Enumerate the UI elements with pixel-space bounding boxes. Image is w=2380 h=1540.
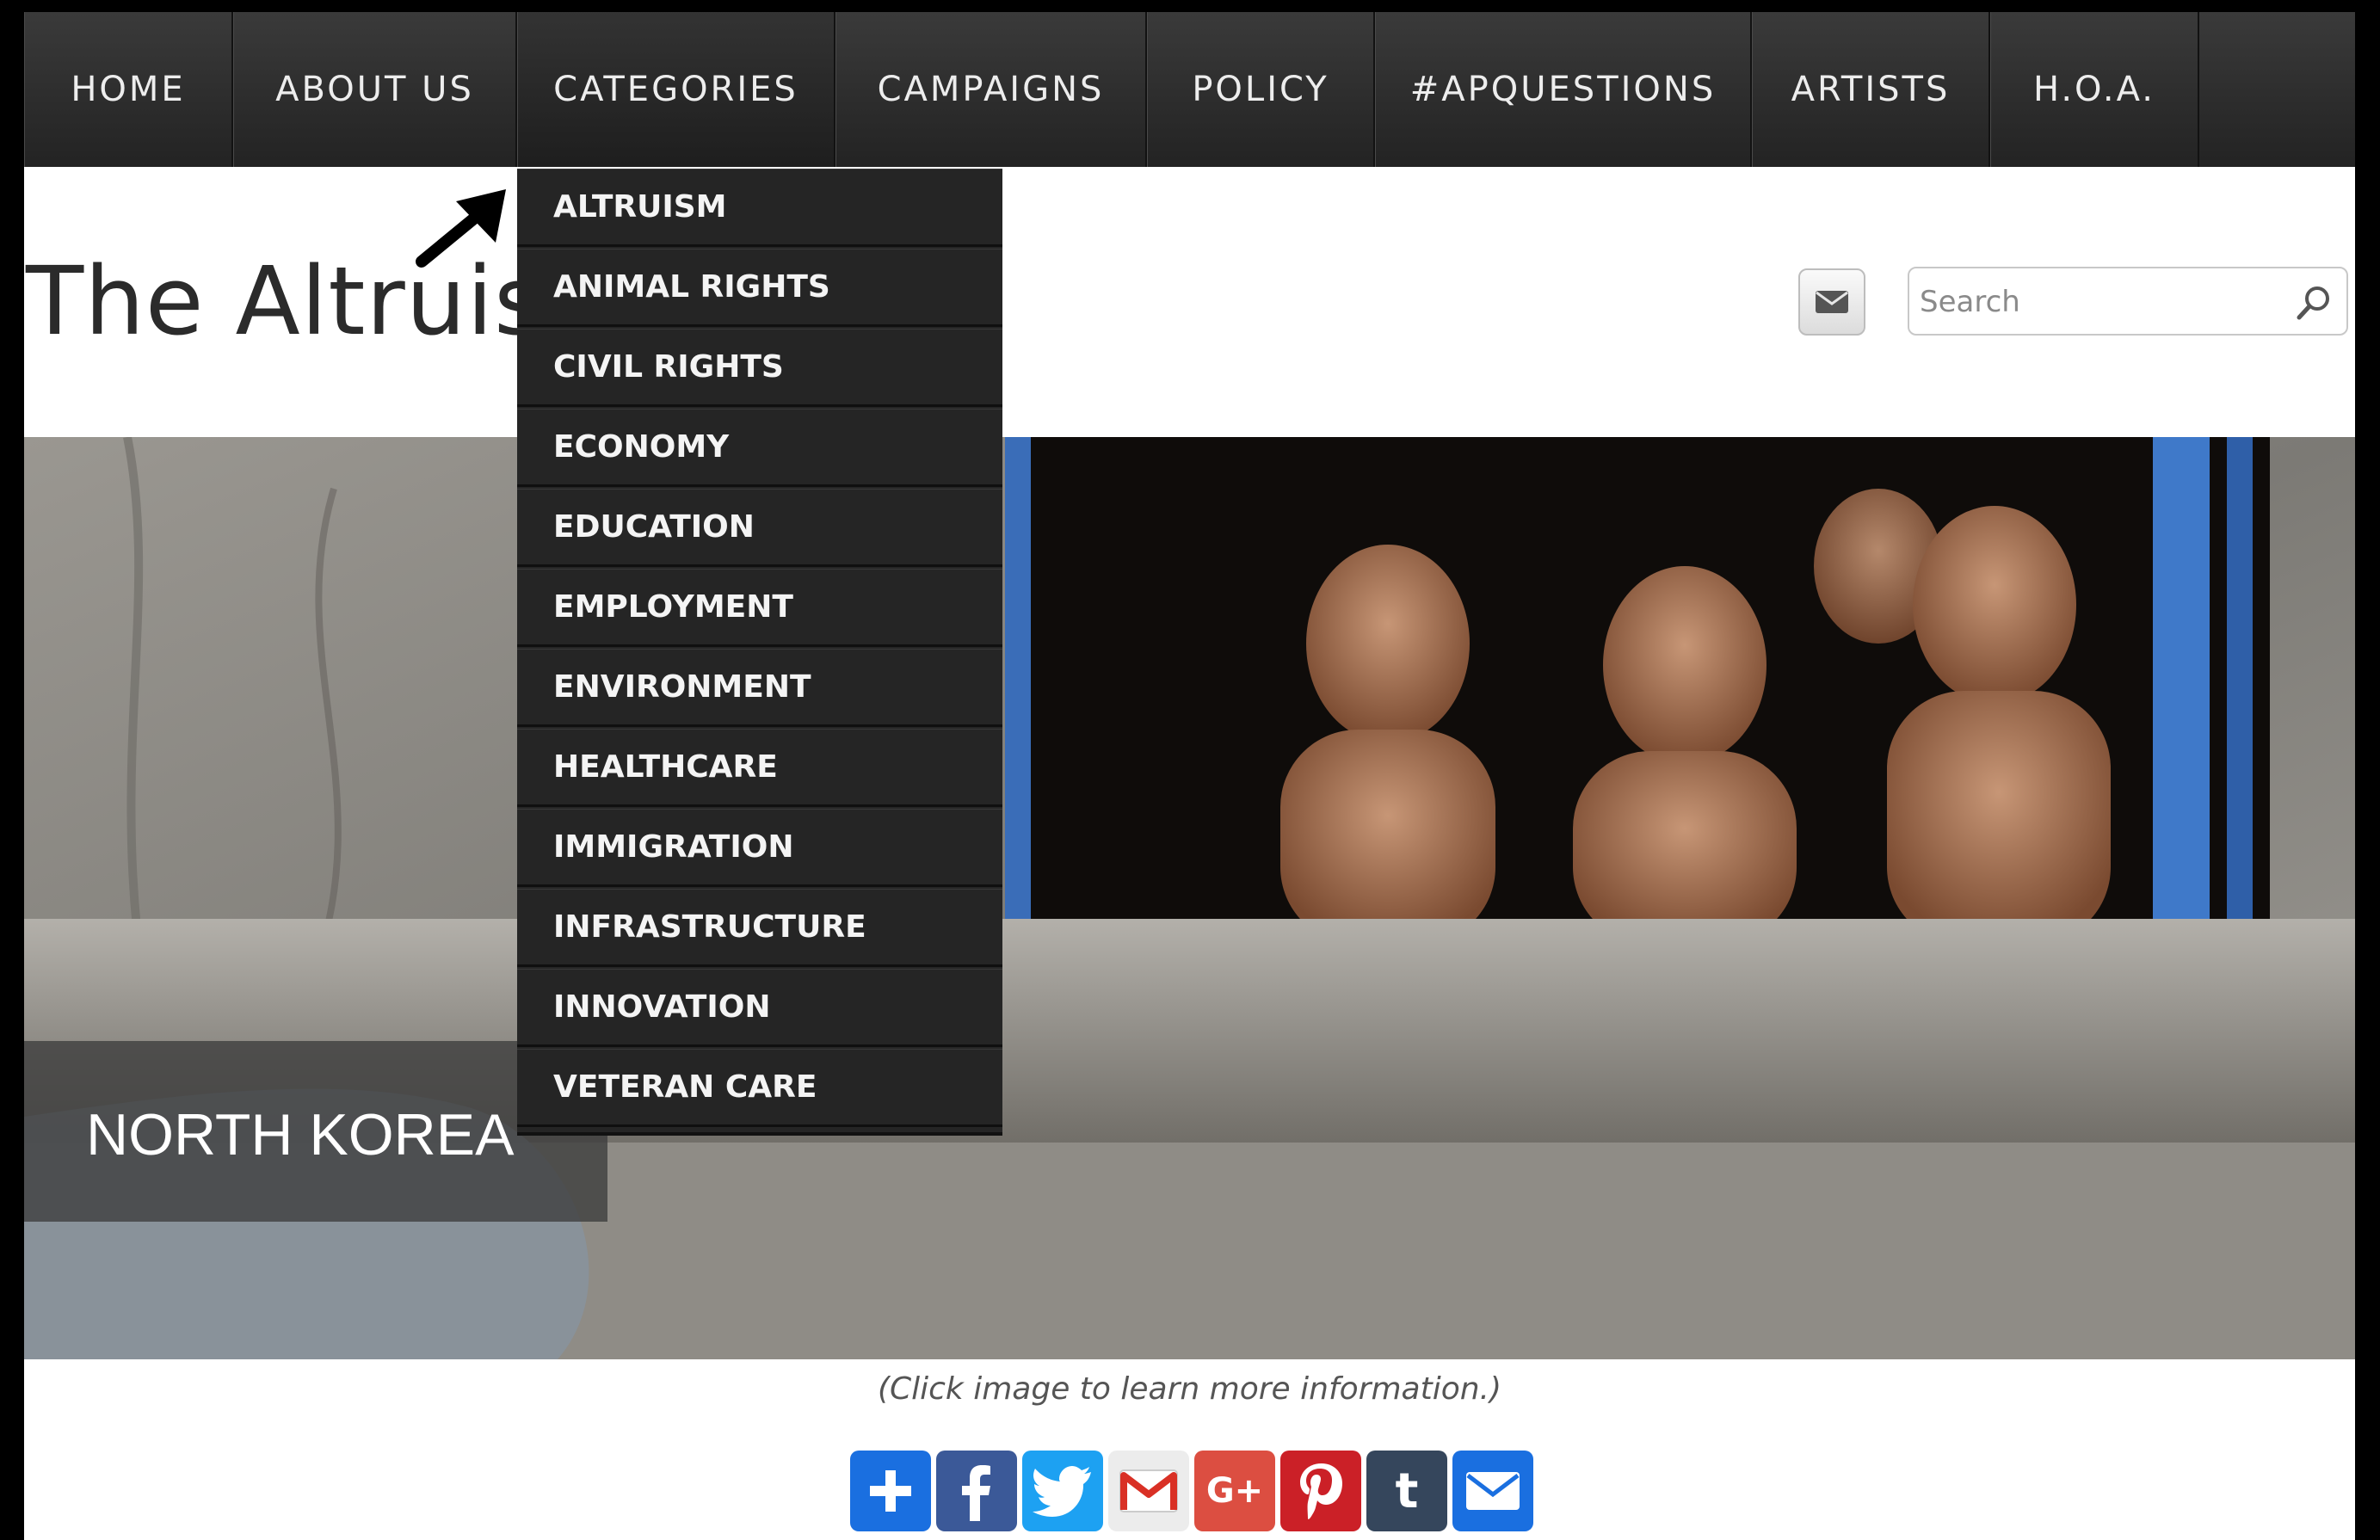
pointer-arrow-icon [416, 189, 506, 268]
share-facebook-button[interactable] [936, 1451, 1017, 1531]
dropdown-item-animal-rights[interactable]: ANIMAL RIGHTS [517, 249, 1002, 327]
tumblr-icon: t [1395, 1463, 1419, 1519]
dropdown-item-environment[interactable]: ENVIRONMENT [517, 649, 1002, 727]
search-icon[interactable] [2293, 282, 2334, 323]
share-buttons: G+ t [850, 1451, 1533, 1533]
categories-dropdown: ALTRUISM ANIMAL RIGHTS CIVIL RIGHTS ECON… [517, 169, 1002, 1136]
facebook-icon [962, 1465, 990, 1521]
search-input[interactable] [1920, 279, 2281, 325]
page: HOME ABOUT US CATEGORIES CAMPAIGNS POLIC… [24, 12, 2355, 1540]
email-icon [1466, 1472, 1520, 1510]
dropdown-item-infrastructure[interactable]: INFRASTRUCTURE [517, 889, 1002, 967]
dropdown-item-altruism[interactable]: ALTRUISM [517, 169, 1002, 247]
main-navigation: HOME ABOUT US CATEGORIES CAMPAIGNS POLIC… [24, 12, 2355, 167]
share-email-button[interactable] [1452, 1451, 1533, 1531]
hero-caption[interactable]: NORTH KOREA [86, 1101, 514, 1168]
dropdown-item-civil-rights[interactable]: CIVIL RIGHTS [517, 329, 1002, 407]
click-image-caption: (Click image to learn more information.) [877, 1371, 1502, 1407]
dropdown-item-economy[interactable]: ECONOMY [517, 409, 1002, 487]
nav-item-policy[interactable]: POLICY [1147, 12, 1375, 167]
nav-item-hoa[interactable]: H.O.A. [1990, 12, 2199, 167]
share-plus-button[interactable] [850, 1451, 931, 1531]
nav-item-campaigns[interactable]: CAMPAIGNS [835, 12, 1147, 167]
dropdown-item-immigration[interactable]: IMMIGRATION [517, 809, 1002, 887]
google-plus-icon: G+ [1205, 1471, 1264, 1511]
dropdown-item-innovation[interactable]: INNOVATION [517, 969, 1002, 1047]
share-twitter-button[interactable] [1022, 1451, 1103, 1531]
dropdown-item-education[interactable]: EDUCATION [517, 489, 1002, 567]
gmail-icon [1119, 1469, 1178, 1512]
hero-image[interactable]: NORTH KOREA [24, 437, 2355, 1359]
dropdown-item-healthcare[interactable]: HEALTHCARE [517, 729, 1002, 807]
share-gmail-button[interactable] [1108, 1451, 1189, 1531]
dropdown-item-veteran-care[interactable]: VETERAN CARE [517, 1049, 1002, 1127]
mail-button[interactable] [1798, 268, 1865, 336]
nav-item-categories[interactable]: CATEGORIES [517, 12, 835, 167]
search-box [1908, 267, 2348, 336]
nav-item-apquestions[interactable]: #APQUESTIONS [1375, 12, 1752, 167]
twitter-icon [1033, 1466, 1091, 1517]
share-pinterest-button[interactable] [1280, 1451, 1361, 1531]
nav-item-about-us[interactable]: ABOUT US [233, 12, 517, 167]
dropdown-item-employment[interactable]: EMPLOYMENT [517, 569, 1002, 647]
share-google-plus-button[interactable]: G+ [1194, 1451, 1275, 1531]
plus-icon [870, 1470, 911, 1512]
share-tumblr-button[interactable]: t [1366, 1451, 1447, 1531]
nav-item-home[interactable]: HOME [24, 12, 233, 167]
pinterest-icon [1300, 1463, 1342, 1519]
nav-item-artists[interactable]: ARTISTS [1752, 12, 1990, 167]
envelope-icon [1816, 291, 1848, 313]
